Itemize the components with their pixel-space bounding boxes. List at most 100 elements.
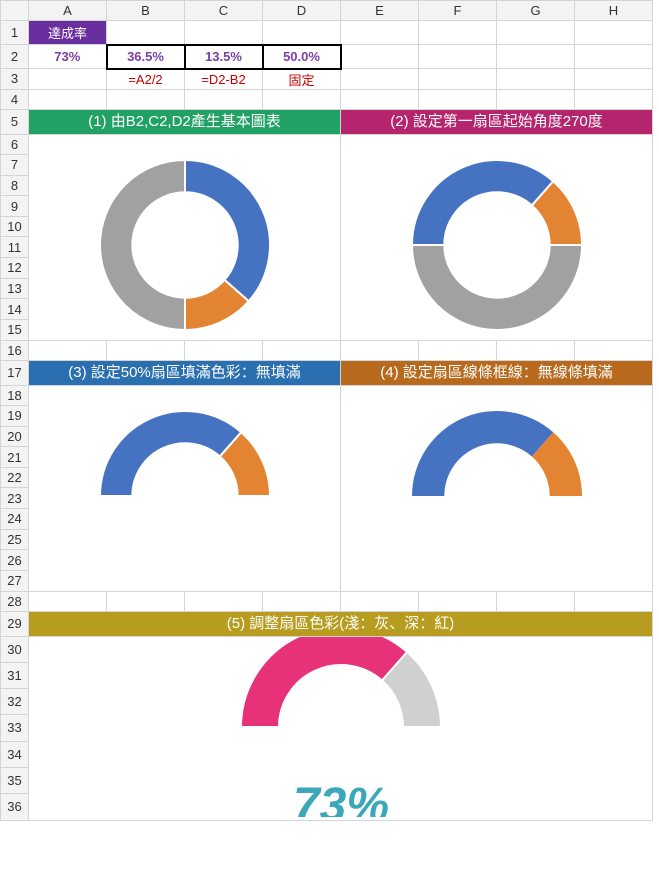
row-header-5[interactable]: 5 [1,109,29,134]
row-header-31[interactable]: 31 [1,662,29,688]
row-header-12[interactable]: 12 [1,258,29,279]
cell[interactable] [185,89,263,109]
row-header-11[interactable]: 11 [1,237,29,258]
chart4-donut [347,401,647,591]
col-header-F[interactable]: F [419,1,497,21]
cell[interactable] [185,21,263,45]
cell[interactable] [575,340,653,360]
col-header-D[interactable]: D [263,1,341,21]
cell[interactable] [29,89,107,109]
cell-C3[interactable]: =D2-B2 [185,69,263,90]
row-header-23[interactable]: 23 [1,488,29,509]
cell[interactable] [419,340,497,360]
cell[interactable] [107,89,185,109]
cell[interactable] [419,45,497,69]
cell[interactable] [263,89,341,109]
cell-A3[interactable] [29,69,107,90]
donut-segment-B2 [412,411,553,496]
row-header-32[interactable]: 32 [1,689,29,715]
cell-A1[interactable]: 達成率 [29,21,107,45]
cell[interactable] [575,69,653,90]
cell[interactable] [341,69,419,90]
row-header-34[interactable]: 34 [1,741,29,767]
row-header-13[interactable]: 13 [1,278,29,299]
cell-B2[interactable]: 36.5% [107,45,185,69]
cell[interactable] [107,21,185,45]
row-header-20[interactable]: 20 [1,426,29,447]
cell[interactable] [107,591,185,611]
cell[interactable] [497,21,575,45]
col-header-H[interactable]: H [575,1,653,21]
cell[interactable] [497,45,575,69]
row-header-10[interactable]: 10 [1,216,29,237]
row-header-4[interactable]: 4 [1,89,29,109]
cell-B3[interactable]: =A2/2 [107,69,185,90]
row-header-29[interactable]: 29 [1,611,29,636]
spreadsheet-grid[interactable]: ABCDEFGH 1達成率273%36.5%13.5%50.0%3=A2/2=D… [0,0,653,821]
row-header-33[interactable]: 33 [1,715,29,741]
cell[interactable] [341,89,419,109]
cell[interactable] [575,45,653,69]
step3-title: (3) 設定50%扇區填滿色彩：無填滿 [29,360,341,385]
row-header-15[interactable]: 15 [1,319,29,340]
cell[interactable] [575,591,653,611]
cell[interactable] [575,21,653,45]
cell[interactable] [341,21,419,45]
row-header-35[interactable]: 35 [1,767,29,793]
row-header-36[interactable]: 36 [1,794,29,820]
cell[interactable] [497,69,575,90]
row-header-17[interactable]: 17 [1,360,29,385]
cell[interactable] [185,340,263,360]
cell[interactable] [185,591,263,611]
row-header-26[interactable]: 26 [1,550,29,571]
cell-D3[interactable]: 固定 [263,69,341,90]
row-header-2[interactable]: 2 [1,45,29,69]
cell[interactable] [497,89,575,109]
cell[interactable] [29,340,107,360]
cell[interactable] [263,591,341,611]
row-header-8[interactable]: 8 [1,175,29,196]
row-header-1[interactable]: 1 [1,21,29,45]
cell[interactable] [575,89,653,109]
cell[interactable] [341,45,419,69]
row-header-16[interactable]: 16 [1,340,29,360]
row-header-19[interactable]: 19 [1,406,29,427]
cell[interactable] [497,340,575,360]
chart3-donut [35,401,335,591]
gauge-center-label: 73% [292,779,388,817]
col-header-G[interactable]: G [497,1,575,21]
row-header-21[interactable]: 21 [1,447,29,468]
cell[interactable] [107,340,185,360]
row-header-7[interactable]: 7 [1,155,29,176]
row-header-30[interactable]: 30 [1,636,29,662]
cell[interactable] [341,340,419,360]
col-header-A[interactable]: A [29,1,107,21]
row-header-24[interactable]: 24 [1,509,29,530]
row-header-28[interactable]: 28 [1,591,29,611]
cell[interactable] [419,69,497,90]
row-header-14[interactable]: 14 [1,299,29,320]
cell[interactable] [419,21,497,45]
row-header-3[interactable]: 3 [1,69,29,90]
cell[interactable] [263,340,341,360]
cell-D2[interactable]: 50.0% [263,45,341,69]
cell[interactable] [419,591,497,611]
row-header-27[interactable]: 27 [1,570,29,591]
row-header-18[interactable]: 18 [1,385,29,406]
cell[interactable] [497,591,575,611]
col-header-C[interactable]: C [185,1,263,21]
row-header-9[interactable]: 9 [1,196,29,217]
row-header-22[interactable]: 22 [1,467,29,488]
cell[interactable] [419,89,497,109]
col-header-E[interactable]: E [341,1,419,21]
cell-C2[interactable]: 13.5% [185,45,263,69]
cell[interactable] [29,591,107,611]
col-header-B[interactable]: B [107,1,185,21]
corner-cell[interactable] [1,1,29,21]
cell[interactable] [341,591,419,611]
row-header-6[interactable]: 6 [1,134,29,155]
cell[interactable] [263,21,341,45]
chart3-area [29,385,341,591]
cell-A2[interactable]: 73% [29,45,107,69]
row-header-25[interactable]: 25 [1,529,29,550]
